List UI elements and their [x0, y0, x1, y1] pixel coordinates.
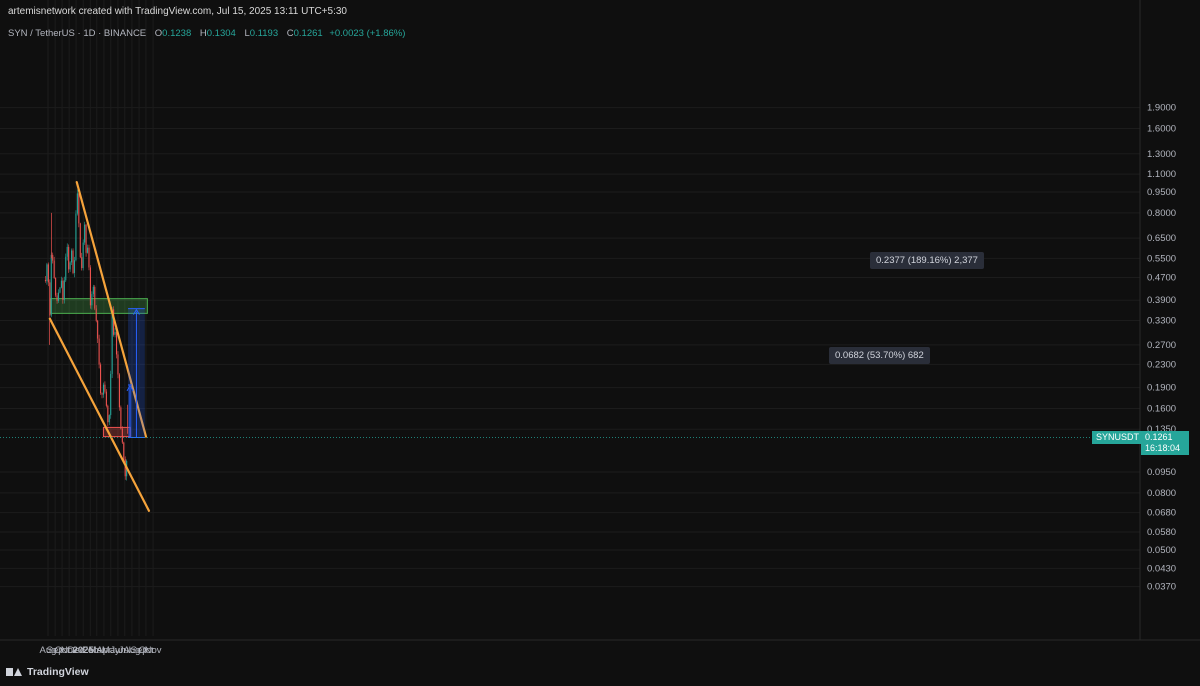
candle-body [92, 286, 94, 295]
bar-countdown: 16:18:04 [1145, 443, 1181, 453]
price-tick-label: 0.1900 [1147, 383, 1176, 394]
candle-body [55, 277, 57, 296]
change-value: +0.0023 (+1.86%) [329, 28, 406, 39]
price-tick-label: 1.1000 [1147, 169, 1176, 180]
candle-body [104, 384, 106, 392]
candle-body [110, 373, 112, 416]
price-chart[interactable]: 1.9000 1.6000 1.3000 1.1000 0.9500 0.8000 0.65… [0, 0, 1200, 686]
candle-body [89, 267, 91, 306]
candle-body [44, 280, 47, 282]
price-tick-label: 0.3300 [1147, 316, 1176, 327]
price-tick-label: 1.9000 [1147, 103, 1176, 114]
price-tick-label: 0.9500 [1147, 187, 1176, 198]
last-price-tag: 0.1261 16:18:04 [1141, 431, 1189, 455]
high-label: H [199, 28, 207, 39]
price-tick-label: 0.0500 [1147, 545, 1176, 556]
price-tick-label: 0.2700 [1147, 340, 1176, 351]
open-value: 0.1238 [162, 28, 192, 39]
candle-body [98, 338, 100, 365]
candle-body [85, 224, 87, 253]
symbol-name[interactable]: SYN / TetherUS · 1D · BINANCE [8, 28, 146, 39]
candle-body [63, 280, 65, 300]
candle-body [68, 246, 70, 270]
price-tick-label: 0.2300 [1147, 359, 1176, 370]
price-tick-label: 0.4700 [1147, 273, 1176, 284]
high-value: 0.1304 [206, 28, 236, 39]
price-tick-label: 1.6000 [1147, 124, 1176, 135]
candle-body [56, 295, 58, 301]
last-price-value: 0.1261 [1145, 432, 1173, 442]
candle-body [117, 354, 119, 375]
candle-body [91, 294, 93, 306]
candle-body [65, 256, 67, 281]
price-tick-label: 0.0950 [1147, 467, 1176, 478]
price-tick-label: 0.0680 [1147, 508, 1176, 519]
candle-body [123, 442, 125, 460]
price-tick-label: 0.0800 [1147, 488, 1176, 499]
candle-body [118, 374, 120, 408]
candle-body [62, 280, 64, 300]
candle-body [100, 364, 102, 394]
candle-body [60, 280, 62, 288]
price-tick-label: 0.8000 [1147, 208, 1176, 219]
chart-credit: artemisnetwork created with TradingView.… [8, 6, 347, 17]
candle-body [121, 428, 123, 443]
low-value: 0.1193 [249, 28, 279, 39]
candle-body [47, 264, 49, 283]
candle-body [71, 250, 73, 263]
candle-body [82, 242, 84, 269]
candle-body [59, 287, 61, 293]
candle-body [72, 250, 74, 273]
symbol-legend[interactable]: SYN / TetherUS · 1D · BINANCE O0.1238 H0… [8, 28, 405, 39]
price-tick-label: 0.0430 [1147, 563, 1176, 574]
candle-body [57, 292, 60, 301]
price-tick-label: 0.0580 [1147, 527, 1176, 538]
symbol-price-tag: SYNUSDT [1092, 431, 1144, 444]
measure-label-upper[interactable]: 0.2377 (189.16%) 2,377 [870, 252, 984, 269]
close-label: C [286, 28, 294, 39]
candle-body [105, 391, 107, 406]
target-projections [126, 308, 145, 438]
candle-body [88, 247, 90, 268]
price-tick-label: 0.3900 [1147, 295, 1176, 306]
candle-body [86, 247, 89, 253]
candle-body [50, 254, 52, 316]
price-tick-label: 0.5500 [1147, 253, 1176, 264]
candle-body [108, 415, 110, 423]
candle-body [102, 384, 105, 395]
candle-body [81, 257, 83, 269]
candle-body [120, 407, 122, 429]
candle-body [107, 405, 109, 423]
candle-body [111, 309, 113, 374]
candle-body [76, 193, 78, 214]
candle-body [114, 331, 116, 335]
price-tick-label: 1.3000 [1147, 149, 1176, 160]
tradingview-logo[interactable]: TradingView [6, 666, 89, 678]
candle-body [115, 331, 118, 355]
candle-body [97, 320, 99, 339]
candle-body [101, 393, 103, 395]
candle-body [95, 308, 97, 321]
close-value: 0.1261 [293, 28, 323, 39]
candle-body [53, 260, 55, 278]
candle-body [84, 224, 86, 243]
time-tick-label: Nov [145, 645, 162, 656]
price-tick-label: 0.1600 [1147, 404, 1176, 415]
measure-label-lower[interactable]: 0.0682 (53.70%) 682 [829, 347, 930, 364]
brand-name: TradingView [27, 666, 89, 678]
candle-body [94, 286, 96, 309]
candle-body [69, 262, 71, 270]
price-tick-label: 0.6500 [1147, 233, 1176, 244]
candle-body [66, 246, 68, 257]
candle-body [75, 213, 77, 261]
candle-body [78, 193, 80, 224]
candle-body [49, 282, 51, 316]
candle-body [52, 254, 54, 261]
candle-body [46, 264, 48, 282]
candle-body [73, 260, 76, 273]
candle-body [79, 223, 81, 258]
price-tick-label: 0.0370 [1147, 582, 1176, 593]
tradingview-icon [6, 667, 22, 677]
